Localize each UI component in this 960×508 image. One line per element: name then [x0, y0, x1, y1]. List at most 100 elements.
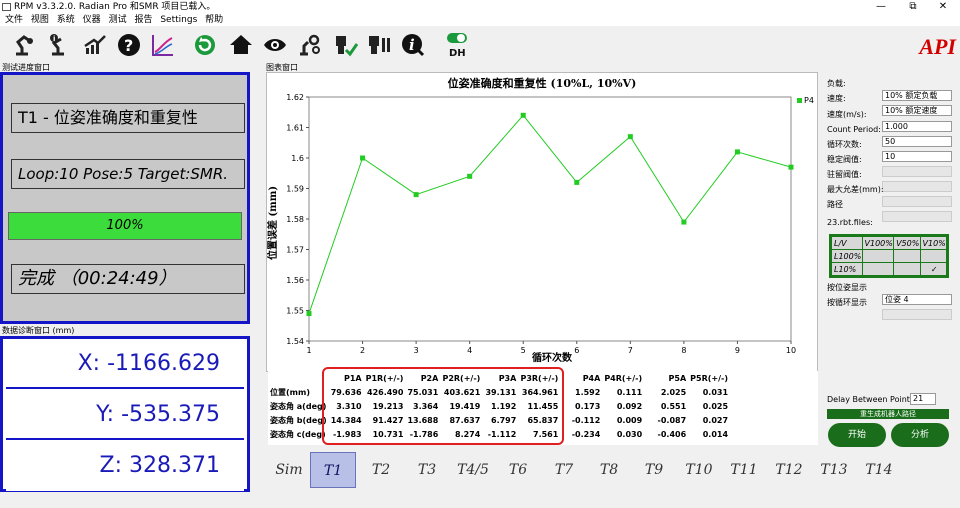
delay-input[interactable]: 21	[910, 393, 936, 405]
column-header: P5A	[668, 373, 687, 383]
robot-pause-icon[interactable]	[364, 30, 394, 60]
grid-cell-checked[interactable]: ✓	[919, 262, 948, 276]
dwell-threshold-label: 驻留阀值:	[827, 170, 862, 179]
grid-cell[interactable]	[893, 249, 921, 263]
tab-t8[interactable]: T8	[586, 452, 632, 488]
menu-bar: 文件 视图 系统 仪器 测试 报告 Settings 帮助	[0, 14, 960, 26]
tab-t6[interactable]: T6	[495, 452, 541, 488]
grid-cell[interactable]	[893, 262, 921, 276]
start-button[interactable]: 开始	[828, 423, 886, 447]
tab-t2[interactable]: T2	[358, 452, 404, 488]
table-cell: 0.030	[616, 429, 643, 439]
grid-cell[interactable]	[861, 262, 895, 276]
robot-arm-icon[interactable]	[10, 30, 40, 60]
table-cell: -0.087	[657, 415, 687, 425]
chart-panel: 位姿准确度和重复性 (10%L, 10%V) 循环次数 位置误差 (mm) 1.…	[266, 72, 818, 372]
table-cell: 0.092	[616, 401, 643, 411]
grid-cell[interactable]	[861, 249, 895, 263]
menu-help[interactable]: 帮助	[205, 14, 223, 26]
dh-toggle-icon[interactable]: DH	[442, 30, 472, 60]
tab-t1[interactable]: T1	[310, 452, 356, 488]
x-axis-label: 循环次数	[532, 351, 573, 364]
x-tick-label: 7	[628, 346, 633, 355]
robot-check-icon[interactable]	[330, 30, 360, 60]
menu-test[interactable]: 测试	[109, 14, 127, 26]
maximize-button[interactable]: ⧉	[898, 0, 928, 14]
svg-text:?: ?	[124, 36, 133, 55]
y-tick-label: 1.61	[286, 124, 304, 133]
x-tick-label: 6	[574, 346, 579, 355]
tab-t14[interactable]: T14	[856, 452, 902, 488]
speed-ms-label: 速度(m/s):	[827, 110, 867, 119]
menu-system[interactable]: 系统	[57, 14, 75, 26]
trend-chart-icon[interactable]	[80, 30, 110, 60]
grid-cell[interactable]	[919, 249, 948, 263]
chart-svg: 位姿准确度和重复性 (10%L, 10%V) 循环次数 位置误差 (mm) 1.…	[266, 76, 814, 364]
curve-chart-icon[interactable]	[148, 30, 178, 60]
regenerate-path-button[interactable]: 重生成机器人路径	[827, 409, 949, 419]
diag-panel-title: 数据诊断窗口 (mm)	[2, 326, 75, 335]
test-name: T1 - 位姿准确度和重复性	[11, 103, 245, 133]
load-label: 负载:	[827, 79, 846, 88]
table-cell: 0.551	[660, 401, 687, 411]
row-label: 姿态角 c(deg)	[270, 429, 326, 439]
completion-status: 完成 （00:24:49）	[11, 264, 245, 294]
data-point	[520, 112, 526, 118]
menu-file[interactable]: 文件	[5, 14, 23, 26]
data-point	[627, 134, 633, 140]
tab-t3[interactable]: T3	[404, 452, 450, 488]
tab-sim[interactable]: Sim	[266, 452, 312, 488]
data-point	[681, 219, 687, 225]
tab-t12[interactable]: T12	[766, 452, 812, 488]
refresh-icon[interactable]	[190, 30, 220, 60]
svg-text:DH: DH	[449, 48, 466, 59]
home-icon[interactable]	[226, 30, 256, 60]
row-label: 位置(mm)	[270, 387, 310, 397]
minimize-button[interactable]: —	[866, 0, 896, 14]
menu-report[interactable]: 报告	[134, 14, 152, 26]
table-cell: 0.031	[702, 387, 729, 397]
y-tick-label: 1.56	[286, 276, 304, 285]
robot-info-icon[interactable]: i	[44, 30, 74, 60]
table-corner	[268, 371, 329, 385]
count-period-label: Count Period:	[827, 125, 881, 134]
progress-bar: 100%	[8, 212, 242, 240]
eye-icon[interactable]	[260, 30, 290, 60]
menu-settings[interactable]: Settings	[160, 14, 197, 26]
tab-t13[interactable]: T13	[811, 452, 857, 488]
menu-view[interactable]: 视图	[31, 14, 49, 26]
help-icon[interactable]: ?	[114, 30, 144, 60]
data-point	[574, 179, 580, 185]
tab-t11[interactable]: T11	[721, 452, 767, 488]
analyze-button[interactable]: 分析	[891, 423, 949, 447]
y-tick-label: 1.6	[291, 154, 304, 163]
table-cell: 0.009	[616, 415, 643, 425]
tab-t7[interactable]: T7	[541, 452, 587, 488]
chart-panel-title: 图表窗口	[266, 63, 298, 72]
tab-t10[interactable]: T10	[676, 452, 722, 488]
svg-text:i: i	[409, 36, 415, 54]
grid-header-v50: V50%	[893, 236, 921, 250]
tab-t9[interactable]: T9	[631, 452, 677, 488]
y-tick-label: 1.62	[286, 93, 304, 102]
x-tick-label: 2	[360, 346, 365, 355]
grid-header-v10: V10%	[919, 236, 948, 250]
legend-label: P4	[804, 96, 814, 105]
tab-t4-5[interactable]: T4/5	[450, 452, 496, 488]
window-title: RPM v3.3.2.0. Radian Pro 和SMR 项目已载入。	[14, 2, 216, 12]
max-deviation-label: 最大允差(mm):	[827, 185, 884, 194]
test-tabs: Sim T1 T2 T3 T4/5 T6 T7 T8 T9 T10 T11 T1…	[266, 452, 906, 490]
x-tick-label: 1	[306, 346, 311, 355]
speed-label: 速度:	[827, 94, 846, 103]
chart-title: 位姿准确度和重复性 (10%L, 10%V)	[448, 76, 637, 90]
info-icon[interactable]: i	[398, 30, 428, 60]
y-tick-label: 1.55	[286, 307, 304, 316]
x-tick-label: 9	[735, 346, 740, 355]
close-button[interactable]: ✕	[928, 0, 958, 14]
z-coordinate: Z: 328.371	[6, 441, 244, 491]
menu-instrument[interactable]: 仪器	[83, 14, 101, 26]
gear-settings-icon[interactable]	[294, 30, 324, 60]
x-tick-label: 8	[681, 346, 686, 355]
table-cell: 2.025	[660, 387, 687, 397]
data-point	[413, 192, 419, 198]
